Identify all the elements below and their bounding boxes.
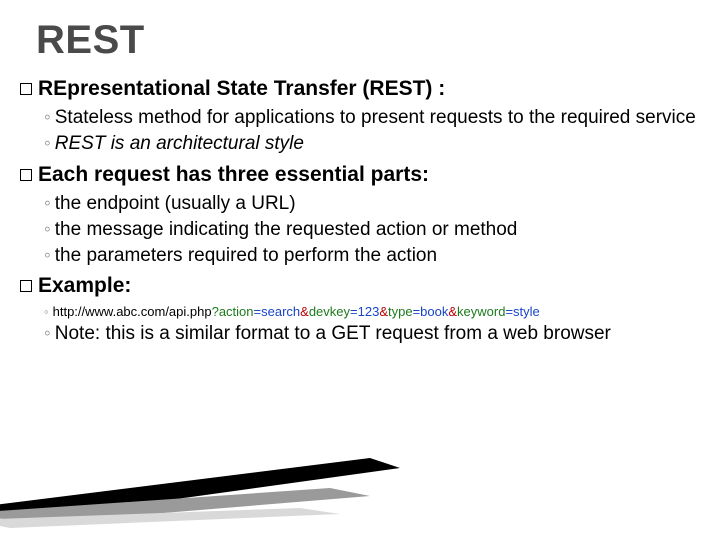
- sub-stateless-text: Stateless method for applications to pre…: [55, 107, 696, 128]
- sub-bullet-icon: ◦: [44, 304, 49, 319]
- url-base: http://www.abc.com/api.php: [53, 304, 212, 319]
- sub-bullet-icon: ◦: [44, 323, 51, 344]
- square-bullet-icon: [20, 280, 32, 292]
- sub-architectural-text: REST is an architectural style: [55, 133, 304, 154]
- url-q3-val: =book: [413, 304, 449, 319]
- url-amp: &: [448, 304, 457, 319]
- sub-bullet-icon: ◦: [44, 133, 51, 154]
- sub-example-url: ◦ http://www.abc.com/api.php?action=searc…: [44, 304, 700, 321]
- sub-bullet-icon: ◦: [44, 245, 51, 266]
- url-amp: &: [379, 304, 388, 319]
- square-bullet-icon: [20, 83, 32, 95]
- bullet-three-parts: Each request has three essential parts:: [20, 162, 700, 188]
- bullet-rest-text: REpresentational State Transfer (REST) :: [38, 77, 445, 100]
- sub-bullet-icon: ◦: [44, 107, 51, 128]
- sub-parameters-text: the parameters required to perform the a…: [55, 245, 437, 266]
- sub-endpoint: ◦the endpoint (usually a URL): [44, 192, 700, 216]
- url-q1-key: ?action: [212, 304, 254, 319]
- sub-bullet-icon: ◦: [44, 219, 51, 240]
- url-q3-key: type: [388, 304, 413, 319]
- sub-message: ◦the message indicating the requested ac…: [44, 218, 700, 242]
- bullet-example-text: Example:: [38, 274, 131, 297]
- sub-endpoint-text: the endpoint (usually a URL): [55, 193, 296, 214]
- url-amp: &: [300, 304, 309, 319]
- bullet-three-parts-text: Each request has three essential parts:: [38, 163, 429, 186]
- url-q2-val: =123: [350, 304, 379, 319]
- url-q1-val: =search: [254, 304, 301, 319]
- sub-architectural: ◦REST is an architectural style: [44, 132, 700, 156]
- sub-stateless: ◦Stateless method for applications to pr…: [44, 106, 700, 130]
- url-q4-key: keyword: [457, 304, 505, 319]
- square-bullet-icon: [20, 169, 32, 181]
- sub-note: ◦Note: this is a similar format to a GET…: [44, 322, 700, 346]
- sub-bullet-icon: ◦: [44, 193, 51, 214]
- sub-parameters: ◦the parameters required to perform the …: [44, 244, 700, 268]
- url-q4-val: =style: [505, 304, 539, 319]
- url-q2-key: devkey: [309, 304, 350, 319]
- slide-title: REST: [36, 18, 145, 63]
- sub-message-text: the message indicating the requested act…: [55, 219, 518, 240]
- corner-decoration: [0, 458, 400, 528]
- slide-content: REpresentational State Transfer (REST) :…: [20, 76, 700, 348]
- bullet-rest: REpresentational State Transfer (REST) :: [20, 76, 700, 102]
- bullet-example: Example:: [20, 273, 700, 299]
- sub-note-text: Note: this is a similar format to a GET …: [55, 323, 611, 344]
- slide: REST REpresentational State Transfer (RE…: [0, 0, 720, 540]
